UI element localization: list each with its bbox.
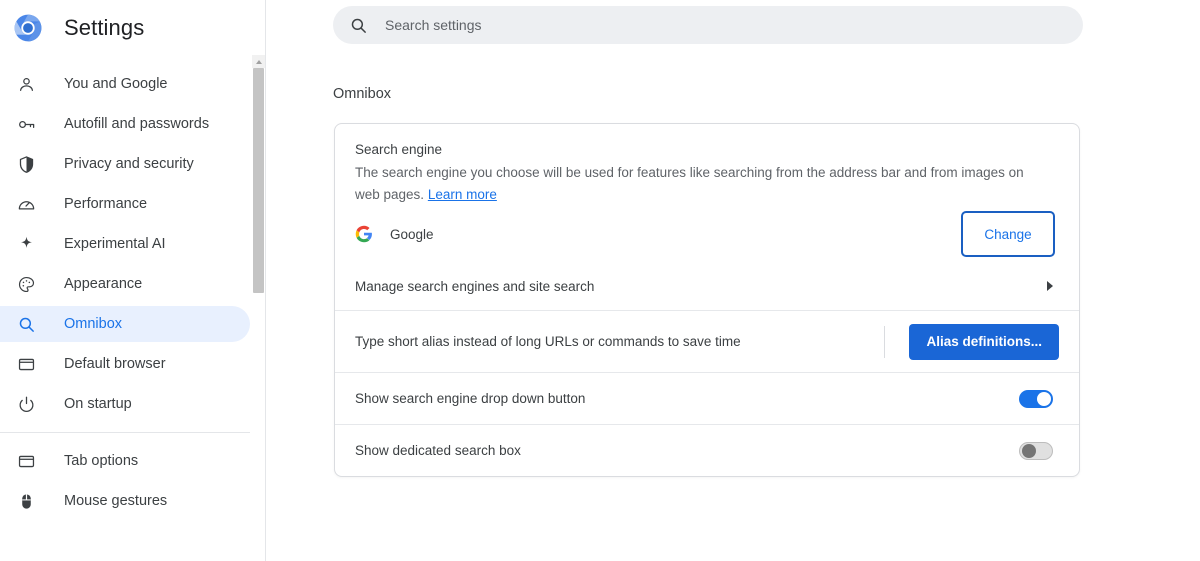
sidebar-group-secondary: Tab options Mouse gestures — [0, 443, 250, 519]
toggle-knob — [1037, 391, 1051, 406]
search-input[interactable] — [383, 16, 1023, 34]
learn-more-link[interactable]: Learn more — [428, 187, 497, 202]
toggle-knob — [1022, 443, 1036, 458]
sidebar-item-label: Tab options — [64, 453, 139, 469]
sidebar-item-autofill-and-passwords[interactable]: Autofill and passwords — [0, 106, 250, 142]
alias-label: Type short alias instead of long URLs or… — [355, 334, 741, 349]
sidebar-item-mouse-gestures[interactable]: Mouse gestures — [0, 483, 250, 519]
vertical-divider — [884, 325, 886, 358]
sidebar-item-label: Omnibox — [64, 316, 123, 332]
search-icon — [349, 16, 368, 35]
power-icon — [16, 394, 36, 414]
main-content: Omnibox Search engine The search engine … — [267, 0, 1200, 561]
section-title: Omnibox — [333, 86, 392, 102]
speedometer-icon — [16, 194, 36, 214]
manage-search-engines-row[interactable]: Manage search engines and site search — [335, 262, 1079, 310]
scrollbar-thumb[interactable] — [253, 68, 264, 293]
browser-window-icon — [16, 354, 36, 374]
sparkle-icon — [16, 234, 36, 254]
sidebar-item-label: On startup — [64, 396, 132, 412]
key-icon — [16, 114, 36, 134]
page-title: Settings — [64, 15, 145, 40]
settings-page: Settings You and Google Autofill and pas… — [0, 0, 1200, 561]
sidebar-item-performance[interactable]: Performance — [0, 186, 250, 222]
chevron-right-icon — [1047, 281, 1053, 291]
sidebar-item-label: You and Google — [64, 76, 168, 92]
alias-definitions-button[interactable]: Alias definitions... — [909, 323, 1059, 360]
sidebar-item-label: Mouse gestures — [64, 493, 168, 509]
search-settings-bar[interactable] — [333, 6, 1083, 44]
change-search-engine-button[interactable]: Change — [961, 211, 1055, 257]
alias-actions: Alias definitions... — [884, 323, 1059, 360]
sidebar-nav: You and Google Autofill and passwords Pr… — [0, 62, 250, 561]
sidebar-item-label: Experimental AI — [64, 236, 166, 252]
sidebar-item-privacy-and-security[interactable]: Privacy and security — [0, 146, 250, 182]
show-search-engine-dropdown-row: Show search engine drop down button — [335, 372, 1079, 424]
manage-search-engines-label: Manage search engines and site search — [355, 278, 595, 294]
sidebar-item-appearance[interactable]: Appearance — [0, 266, 250, 302]
show-dedicated-search-box-row: Show dedicated search box — [335, 424, 1079, 476]
sidebar: Settings You and Google Autofill and pas… — [0, 0, 266, 561]
show-search-engine-dropdown-toggle[interactable] — [1019, 389, 1053, 408]
sidebar-item-label: Privacy and security — [64, 156, 194, 172]
show-dedicated-search-box-label: Show dedicated search box — [355, 443, 521, 458]
search-engine-description: The search engine you choose will be use… — [355, 162, 1045, 206]
sidebar-item-on-startup[interactable]: On startup — [0, 386, 250, 422]
brand-header: Settings — [0, 0, 265, 56]
search-icon — [16, 314, 36, 334]
sidebar-item-tab-options[interactable]: Tab options — [0, 443, 250, 479]
search-engine-block: Search engine The search engine you choo… — [335, 124, 1079, 206]
search-engine-title: Search engine — [355, 142, 443, 157]
alias-row: Type short alias instead of long URLs or… — [335, 310, 1079, 372]
sidebar-item-default-browser[interactable]: Default browser — [0, 346, 250, 382]
sidebar-item-label: Appearance — [64, 276, 143, 292]
scrollbar-track[interactable] — [252, 68, 265, 561]
google-g-icon — [355, 225, 373, 243]
person-icon — [16, 74, 36, 94]
current-search-engine: Google — [355, 225, 434, 243]
sidebar-item-label: Default browser — [64, 356, 166, 372]
current-search-engine-name: Google — [390, 226, 434, 242]
sidebar-divider — [0, 432, 250, 433]
browser-window-icon — [16, 451, 36, 471]
sidebar-group-primary: You and Google Autofill and passwords Pr… — [0, 66, 250, 422]
sidebar-item-experimental-ai[interactable]: Experimental AI — [0, 226, 250, 262]
sidebar-item-label: Performance — [64, 196, 148, 212]
palette-icon — [16, 274, 36, 294]
shield-icon — [16, 154, 36, 174]
sidebar-item-you-and-google[interactable]: You and Google — [0, 66, 250, 102]
show-search-engine-dropdown-label: Show search engine drop down button — [355, 391, 586, 406]
chromium-logo-icon — [14, 14, 42, 42]
current-search-engine-row: Google Change — [335, 206, 1079, 262]
sidebar-item-label: Autofill and passwords — [64, 116, 210, 132]
mouse-icon — [16, 491, 36, 511]
omnibox-settings-card: Search engine The search engine you choo… — [334, 123, 1080, 477]
sidebar-scrollbar[interactable] — [252, 55, 265, 561]
sidebar-item-omnibox[interactable]: Omnibox — [0, 306, 250, 342]
scroll-up-arrow-icon[interactable] — [252, 55, 265, 68]
show-dedicated-search-box-toggle[interactable] — [1019, 441, 1053, 460]
